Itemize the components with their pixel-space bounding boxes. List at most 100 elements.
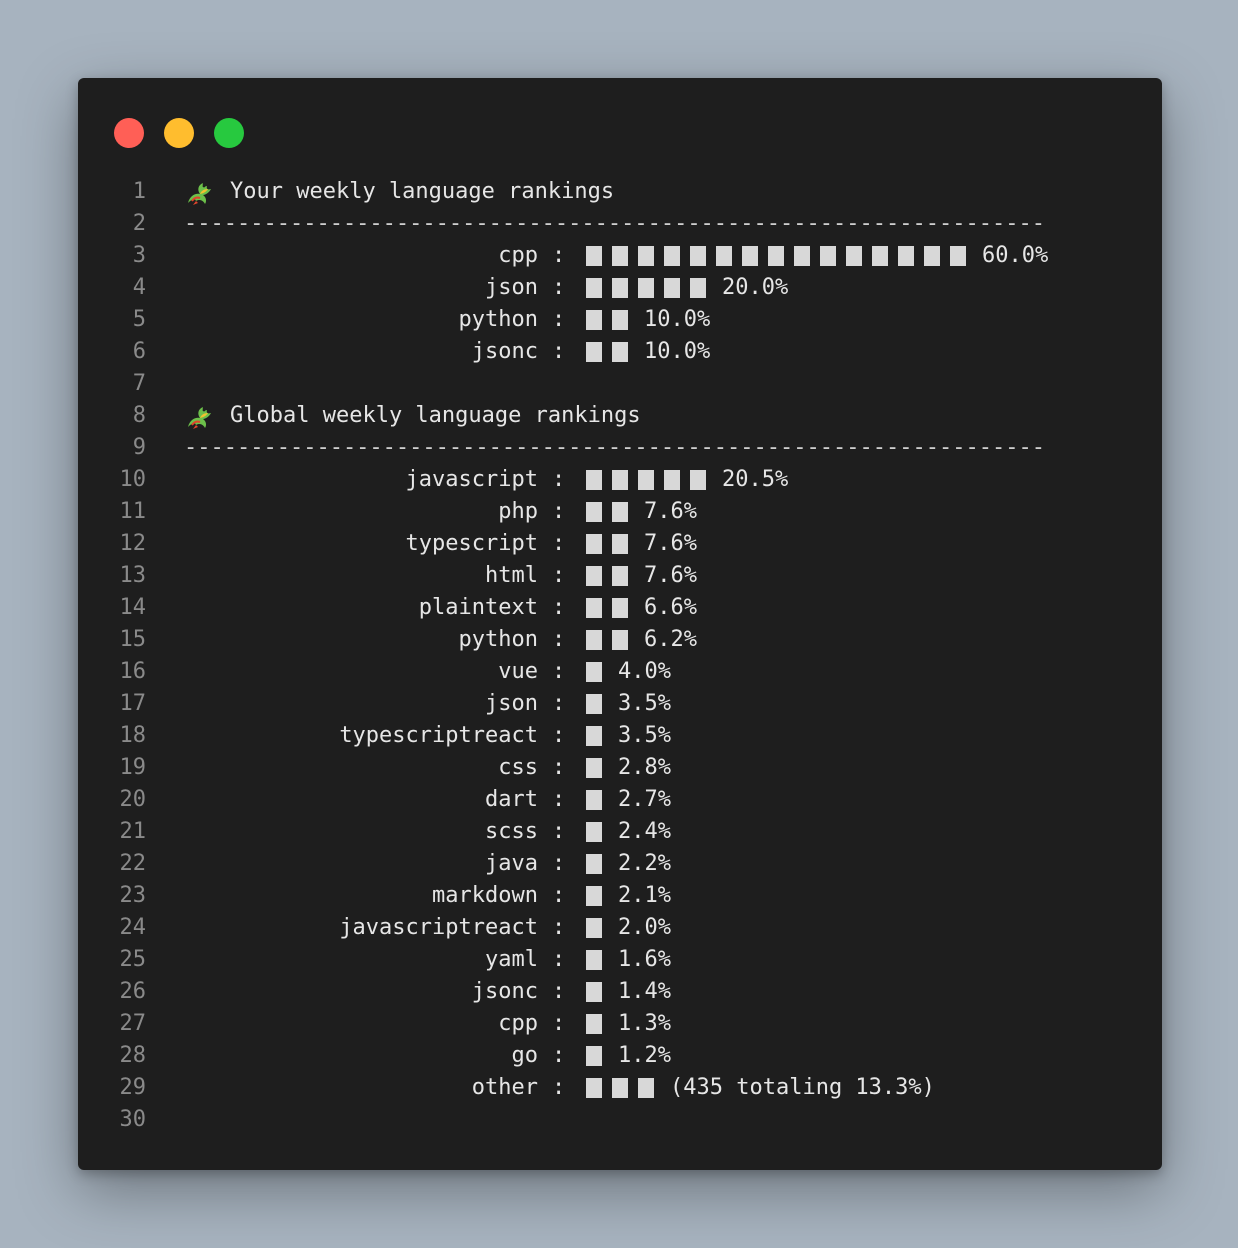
language-name: dart bbox=[485, 787, 538, 812]
bar-block bbox=[586, 534, 602, 554]
ranking-row: 28 go: 1.2% bbox=[78, 1040, 1162, 1072]
percentage: 6.2% bbox=[644, 627, 697, 652]
usage-bar: 10.0% bbox=[586, 304, 710, 336]
bar-block bbox=[586, 1014, 602, 1034]
language-name: php bbox=[498, 499, 538, 524]
ranking-row: 13 html: 7.6% bbox=[78, 560, 1162, 592]
bar-block bbox=[872, 246, 888, 266]
percentage: 3.5% bbox=[618, 723, 671, 748]
bar-block bbox=[794, 246, 810, 266]
language-name: go bbox=[511, 1043, 539, 1068]
usage-bar: 20.0% bbox=[586, 272, 788, 304]
separator: : bbox=[552, 467, 566, 492]
usage-bar: (435 totaling 13.3%) bbox=[586, 1072, 935, 1104]
line-number: 24 bbox=[119, 915, 147, 940]
section-title: Your weekly language rankings bbox=[230, 179, 615, 204]
percentage: 2.0% bbox=[618, 915, 671, 940]
language-name: vue bbox=[498, 659, 538, 684]
section-header: Global weekly language rankings bbox=[184, 400, 641, 432]
bar-block bbox=[586, 1078, 602, 1098]
percentage: 1.3% bbox=[618, 1011, 671, 1036]
usage-bar: 1.4% bbox=[586, 976, 671, 1008]
usage-bar: 6.2% bbox=[586, 624, 697, 656]
separator: : bbox=[552, 819, 566, 844]
line-number: 15 bbox=[119, 627, 147, 652]
bar-block bbox=[638, 470, 654, 490]
close-dot[interactable] bbox=[114, 118, 144, 148]
percentage: 10.0% bbox=[644, 307, 711, 332]
language-name: javascript bbox=[405, 467, 538, 492]
usage-bar: 3.5% bbox=[586, 720, 671, 752]
line-number: 26 bbox=[119, 979, 147, 1004]
line-number: 1 bbox=[132, 179, 146, 204]
language-name: python bbox=[458, 627, 538, 652]
language-name: json bbox=[485, 691, 538, 716]
percentage: 2.4% bbox=[618, 819, 671, 844]
bar-block bbox=[612, 342, 628, 362]
bar-block bbox=[586, 918, 602, 938]
separator: : bbox=[552, 659, 566, 684]
code-line: 2 ---------------------------------------… bbox=[78, 208, 1162, 240]
percentage: (435 totaling 13.3%) bbox=[670, 1075, 935, 1100]
separator: : bbox=[552, 691, 566, 716]
language-name: java bbox=[485, 851, 538, 876]
code-line: 1 Your weekly language rankings bbox=[78, 176, 1162, 208]
bar-block bbox=[586, 758, 602, 778]
maximize-dot[interactable] bbox=[214, 118, 244, 148]
ranking-row: 19 css: 2.8% bbox=[78, 752, 1162, 784]
dragon-icon bbox=[184, 177, 214, 207]
bar-block bbox=[612, 246, 628, 266]
bar-block bbox=[612, 566, 628, 586]
bar-block bbox=[586, 982, 602, 1002]
bar-block bbox=[898, 246, 914, 266]
separator: : bbox=[552, 531, 566, 556]
usage-bar: 2.4% bbox=[586, 816, 671, 848]
language-name: other bbox=[471, 1075, 538, 1100]
bar-block bbox=[612, 534, 628, 554]
dragon-icon bbox=[184, 401, 214, 431]
separator: : bbox=[552, 883, 566, 908]
language-name: cpp bbox=[498, 243, 538, 268]
line-number: 11 bbox=[119, 499, 147, 524]
usage-bar: 2.1% bbox=[586, 880, 671, 912]
percentage: 4.0% bbox=[618, 659, 671, 684]
separator: : bbox=[552, 851, 566, 876]
line-number: 18 bbox=[119, 723, 147, 748]
terminal-window: 1 Your weekly language rankings 2 ---------… bbox=[78, 78, 1162, 1170]
percentage: 7.6% bbox=[644, 499, 697, 524]
bar-block bbox=[586, 470, 602, 490]
percentage: 2.2% bbox=[618, 851, 671, 876]
language-name: python bbox=[458, 307, 538, 332]
percentage: 20.0% bbox=[722, 275, 789, 300]
bar-block bbox=[716, 246, 732, 266]
line-number: 12 bbox=[119, 531, 147, 556]
percentage: 20.5% bbox=[722, 467, 789, 492]
line-number: 20 bbox=[119, 787, 147, 812]
minimize-dot[interactable] bbox=[164, 118, 194, 148]
bar-block bbox=[586, 246, 602, 266]
bar-block bbox=[612, 630, 628, 650]
bar-block bbox=[950, 246, 966, 266]
ranking-row: 11 php: 7.6% bbox=[78, 496, 1162, 528]
separator: : bbox=[552, 947, 566, 972]
bar-block bbox=[586, 950, 602, 970]
bar-block bbox=[638, 246, 654, 266]
bar-block bbox=[612, 278, 628, 298]
usage-bar: 2.0% bbox=[586, 912, 671, 944]
line-number: 19 bbox=[119, 755, 147, 780]
language-name: css bbox=[498, 755, 538, 780]
usage-bar: 10.0% bbox=[586, 336, 710, 368]
percentage: 1.6% bbox=[618, 947, 671, 972]
line-number: 3 bbox=[132, 243, 146, 268]
separator: : bbox=[552, 1011, 566, 1036]
separator: : bbox=[552, 243, 566, 268]
ranking-row: 4 json: 20.0% bbox=[78, 272, 1162, 304]
separator: : bbox=[552, 307, 566, 332]
usage-bar: 7.6% bbox=[586, 560, 697, 592]
language-name: plaintext bbox=[418, 595, 538, 620]
ranking-row: 5 python: 10.0% bbox=[78, 304, 1162, 336]
separator: : bbox=[552, 723, 566, 748]
line-number: 21 bbox=[119, 819, 147, 844]
percentage: 7.6% bbox=[644, 563, 697, 588]
usage-bar: 4.0% bbox=[586, 656, 671, 688]
